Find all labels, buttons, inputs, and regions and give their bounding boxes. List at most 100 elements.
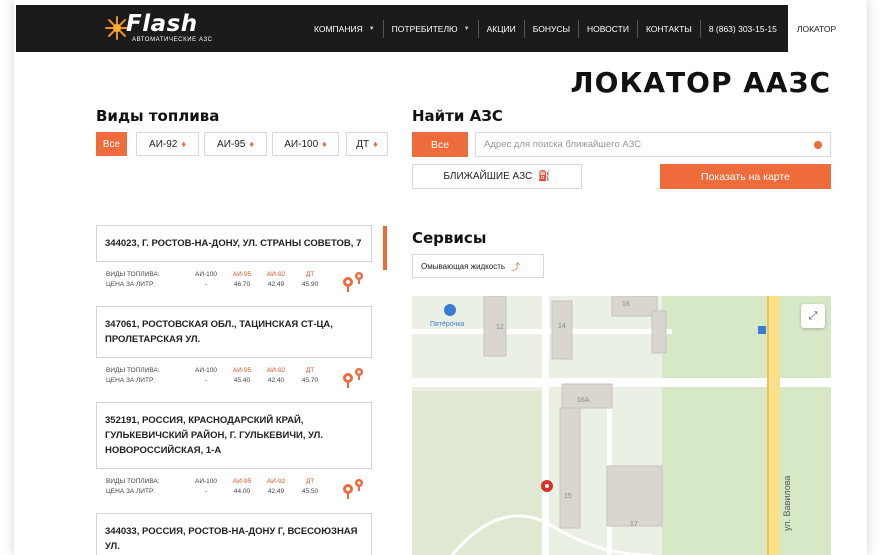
street-label: ул. Вавилова [782,476,792,531]
station-address[interactable]: 344023, Г. РОСТОВ-НА-ДОНУ, УЛ. СТРАНЫ СО… [96,225,372,262]
chip-label: ДТ [356,138,370,150]
caret-down-icon: ▼ [463,25,470,32]
fuel-name: ДТ [305,478,315,485]
station-address[interactable]: 347061, РОСТОВСКАЯ ОБЛ., ТАЦИНСКАЯ СТ-ЦА… [96,306,372,358]
building-number: 15 [564,493,572,500]
address-search-input[interactable]: Адрес для поиска ближайшего АЗС [475,132,831,157]
nearest-stations-button[interactable]: БЛИЖАЙШИЕ АЗС ⛽ [412,164,582,189]
caret-down-icon: ▼ [368,25,375,32]
flame-icon: ♦ [181,139,186,149]
fuel-price: 42.49 [267,281,285,288]
nav-item-phone[interactable]: 8 (863) 303-15-15 [701,20,785,38]
map-pin-icon[interactable] [340,270,366,296]
building-number: 14 [558,323,566,330]
fuel-name: АИ-95 [232,478,252,485]
search-section-title: Найти АЗС [412,107,503,125]
fuel-price: 44.00 [233,488,251,495]
fullscreen-icon[interactable]: ⤢ [801,304,825,328]
fuel-name: АИ-100 [194,367,218,374]
fuel-chip-ai95[interactable]: АИ-95 ♦ [204,132,267,156]
fuel-chip-dt[interactable]: ДТ ♦ [346,132,388,156]
fuel-price: 45.90 [301,281,319,288]
price-label: ЦЕНА ЗА ЛИТР: [106,488,155,495]
nav-item-news[interactable]: НОВОСТИ [579,19,638,38]
fuel-name: АИ-92 [266,271,286,278]
fuel-section-title: Виды топлива [96,107,220,125]
nav-label: НОВОСТИ [587,23,629,34]
map-canvas: 12 14 16 16А 15 17 Пятёрочка ул. Вавилов… [412,296,831,555]
nav-item-locator[interactable]: ЛОКАТОР [788,5,845,52]
top-navbar: Flash АВТОМАТИЧЕСКИЕ АЗС КОМПАНИЯ ▼ ПОТР… [16,5,845,52]
nav-item-contacts[interactable]: КОНТАКТЫ [638,19,701,38]
station-address[interactable]: 344033, РОССИЯ, РОСТОВ-НА-ДОНУ Г, ВСЕСОЮ… [96,513,372,555]
building-number: 16 [622,301,630,308]
nav-item-consumer[interactable]: ПОТРЕБИТЕЛЮ ▼ [384,19,479,38]
fuel-types-label: ВИДЫ ТОПЛИВА: [106,367,160,374]
fuel-name: ДТ [305,367,315,374]
service-chip-washer-fluid[interactable]: Омывающая жидкость ⤴ [412,254,544,278]
chip-label: Все [102,138,121,150]
search-all-button[interactable]: Все [412,132,468,157]
building-number: 16А [577,397,590,404]
fuel-price: 45.40 [233,377,251,384]
chip-label: АИ-100 [284,138,319,150]
show-on-map-button[interactable]: Показать на карте [660,164,831,189]
locate-icon[interactable] [814,141,822,149]
nav-label: АКЦИИ [486,23,516,34]
fuel-name: АИ-92 [266,367,286,374]
price-label: ЦЕНА ЗА ЛИТР: [106,377,155,384]
fuel-name: АИ-100 [194,478,218,485]
flame-icon: ♦ [249,139,254,149]
page-frame: Flash АВТОМАТИЧЕСКИЕ АЗС КОМПАНИЯ ▼ ПОТР… [14,0,867,555]
search-placeholder: Адрес для поиска ближайшего АЗС [484,139,642,150]
logo-subtitle: АВТОМАТИЧЕСКИЕ АЗС [132,37,213,43]
fuel-name: АИ-95 [232,271,252,278]
fuel-chip-ai92[interactable]: АИ-92 ♦ [136,132,199,156]
list-scrollbar[interactable] [383,226,387,270]
nav-item-promos[interactable]: АКЦИИ [479,19,525,38]
bus-stop-icon [758,326,766,334]
fuel-price: 42.40 [267,377,285,384]
fuel-price: - [204,377,208,384]
fuel-price: 42.49 [267,488,285,495]
shop-poi-icon[interactable] [444,304,456,316]
chip-label: АИ-92 [149,138,178,150]
price-label: ЦЕНА ЗА ЛИТР: [106,281,155,288]
chip-label: АИ-95 [217,138,246,150]
station-prices: ВИДЫ ТОПЛИВА: ЦЕНА ЗА ЛИТР: АИ-100 АИ-95… [96,469,372,513]
fuel-name: АИ-92 [266,478,286,485]
station-map[interactable]: 12 14 16 16А 15 17 Пятёрочка ул. Вавилов… [412,296,831,555]
map-pin-icon[interactable] [340,477,366,503]
washer-fluid-icon: ⤴ [511,261,521,272]
nav-label: КОМПАНИЯ [314,23,363,34]
fuel-chip-all[interactable]: Все [96,132,127,156]
page-title: ЛОКАТОР ААЗС [570,66,831,99]
fuel-name: АИ-100 [194,271,218,278]
fuel-name: АИ-95 [232,367,252,374]
flame-icon: ♦ [322,139,327,149]
fuel-price: 45.70 [301,377,319,384]
nav-item-bonuses[interactable]: БОНУСЫ [525,19,580,38]
nav-item-company[interactable]: КОМПАНИЯ ▼ [306,19,384,38]
fuel-types-label: ВИДЫ ТОПЛИВА: [106,478,160,485]
fuel-pump-icon: ⛽ [538,171,551,182]
station-list: 344023, Г. РОСТОВ-НА-ДОНУ, УЛ. СТРАНЫ СО… [96,225,374,555]
fuel-price: 45.50 [301,488,319,495]
logo[interactable]: Flash АВТОМАТИЧЕСКИЕ АЗС [104,11,224,45]
nav-label: КОНТАКТЫ [645,23,692,34]
nav-label: 8 (863) 303-15-15 [708,23,777,34]
poi-label: Пятёрочка [430,321,464,328]
station-address[interactable]: 352191, РОССИЯ, КРАСНОДАРСКИЙ КРАЙ, ГУЛЬ… [96,402,372,469]
fuel-price: 46.70 [233,281,251,288]
services-section-title: Сервисы [412,229,487,247]
flame-icon: ♦ [373,139,378,149]
logo-text: Flash [126,11,198,37]
nav-label: БОНУСЫ [532,23,571,34]
button-label: БЛИЖАЙШИЕ АЗС [443,171,533,182]
station-prices: ВИДЫ ТОПЛИВА: ЦЕНА ЗА ЛИТР: АИ-100 АИ-95… [96,358,372,402]
fuel-chip-ai100[interactable]: АИ-100 ♦ [272,132,339,156]
fuel-price: - [204,281,208,288]
nav-label: ПОТРЕБИТЕЛЮ [391,23,458,34]
map-pin-icon[interactable] [340,366,366,392]
fuel-types-label: ВИДЫ ТОПЛИВА: [106,271,160,278]
